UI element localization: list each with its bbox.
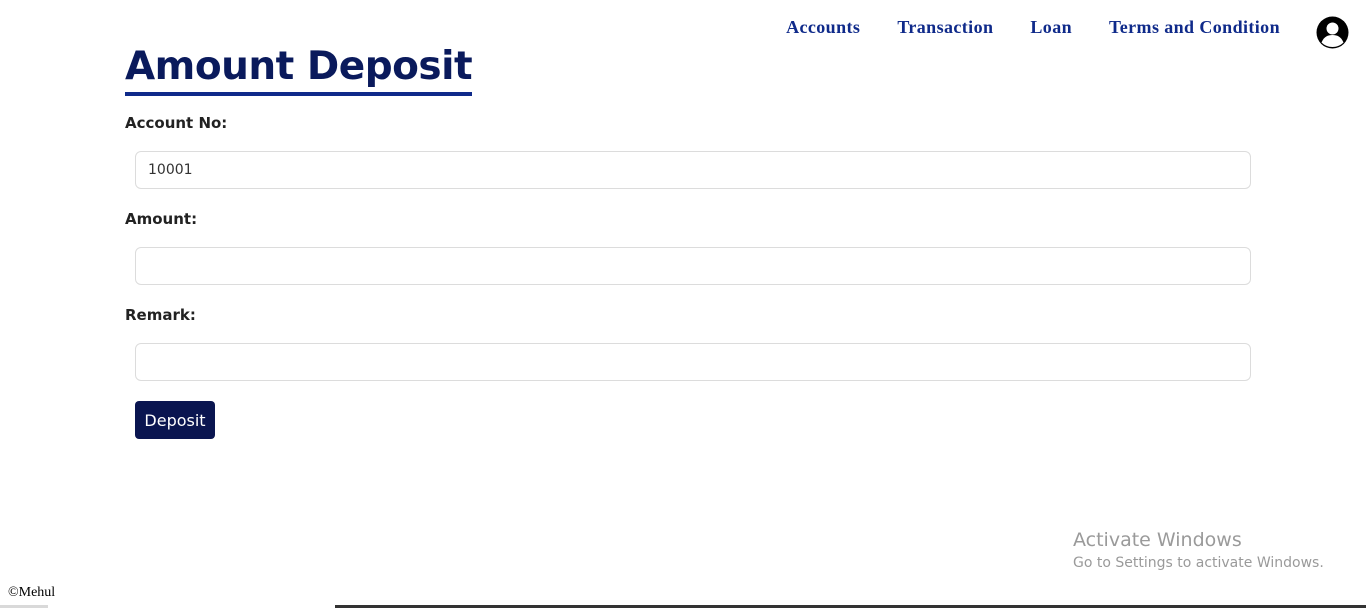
nav-terms-and-condition[interactable]: Terms and Condition	[1109, 17, 1280, 38]
amount-field[interactable]	[135, 247, 1251, 285]
account-no-field[interactable]	[135, 151, 1251, 189]
top-nav: Accounts Transaction Loan Terms and Cond…	[786, 17, 1280, 38]
amount-label: Amount:	[125, 210, 198, 228]
remark-field[interactable]	[135, 343, 1251, 381]
page-title: Amount Deposit	[125, 44, 473, 96]
nav-transaction[interactable]: Transaction	[897, 17, 993, 38]
footer-copyright: ©Mehul	[8, 585, 56, 600]
windows-activation-subtitle: Go to Settings to activate Windows.	[1073, 555, 1324, 571]
nav-loan[interactable]: Loan	[1030, 17, 1072, 38]
remark-label: Remark:	[125, 306, 196, 324]
user-circle-icon[interactable]	[1316, 16, 1349, 49]
account-no-label: Account No:	[125, 114, 228, 132]
nav-accounts[interactable]: Accounts	[786, 17, 860, 38]
deposit-button[interactable]: Deposit	[135, 401, 215, 439]
windows-activation-title: Activate Windows	[1073, 529, 1242, 551]
